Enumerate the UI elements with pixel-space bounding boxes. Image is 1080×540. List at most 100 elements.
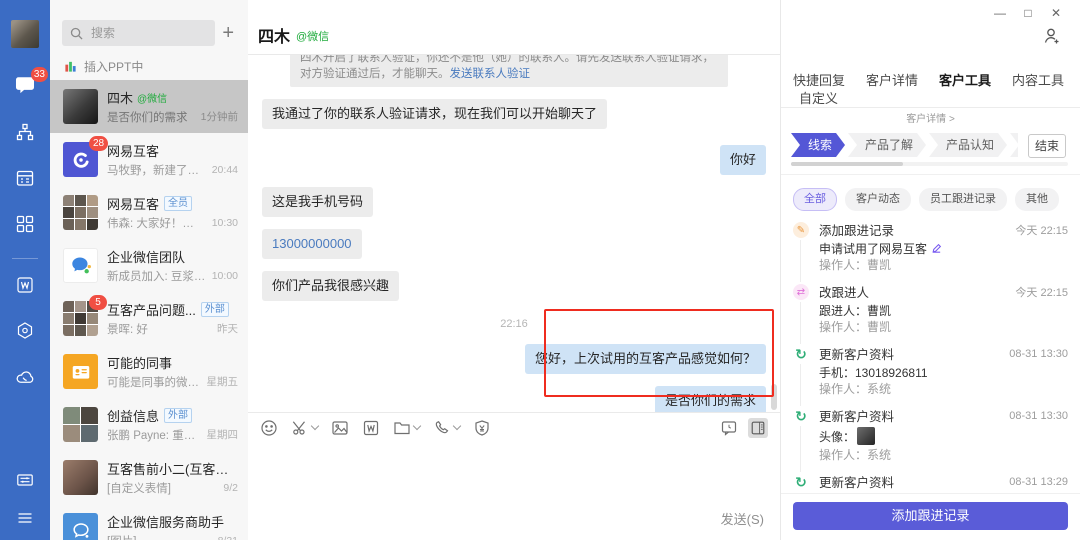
chat-name: 企业微信服务商助手 xyxy=(107,514,225,530)
list-item-simu[interactable]: 四木 @微信 是否你们的需求 1分钟前 xyxy=(50,80,248,133)
chat-scrollbar-thumb[interactable] xyxy=(771,384,777,410)
hexagon-app-icon xyxy=(17,322,33,339)
list-item-wework-team[interactable]: 企业微信团队 新成员加入: 豆浆油条 10:00 xyxy=(50,239,248,292)
external-tag: 外部 xyxy=(164,407,193,423)
avatar xyxy=(63,248,98,283)
list-item-chuangyi[interactable]: 创益信息 外部 张鹏 Payne: 重新... 星期四 xyxy=(50,398,248,451)
list-item-provider-assistant[interactable]: 企业微信服务商助手 [图片] 8/31 xyxy=(50,504,248,540)
window-controls: — □ ✕ xyxy=(986,4,1070,22)
call-icon[interactable] xyxy=(433,419,462,437)
add-chat-button[interactable]: + xyxy=(218,23,238,43)
my-avatar[interactable] xyxy=(11,20,39,48)
stage-product-intro[interactable]: 产品了解 xyxy=(848,133,926,157)
follow-up-timeline: ✎ 添加跟进记录 今天 22:15 申请试用了网易互客 操作人：曹凯 ⇄ 改跟进人… xyxy=(793,220,1068,494)
nav-workbench-button[interactable] xyxy=(15,214,35,234)
entry-operator: 操作人：系统 xyxy=(819,448,892,462)
list-item-possible-colleague[interactable]: 可能的同事 可能是同事的微信... 星期五 xyxy=(50,345,248,398)
filter-all[interactable]: 全部 xyxy=(793,188,837,211)
avatar xyxy=(63,460,98,495)
emoji-icon[interactable] xyxy=(260,419,278,437)
filter-customer-activity[interactable]: 客户动态 xyxy=(845,188,911,211)
chat-name: 网易互客 xyxy=(107,196,160,212)
send-button[interactable]: 发送(S) xyxy=(721,509,764,528)
ppt-banner-label: 插入PPT中 xyxy=(84,59,144,74)
timeline-entry: ↻ 更新客户资料 08-31 13:30 手机：13018926811 操作人：系… xyxy=(793,344,1068,406)
huke-logo-icon xyxy=(73,152,89,168)
chat-title-wechat-tag: @微信 xyxy=(296,31,330,43)
chat-time: 8/31 xyxy=(218,535,238,540)
stage-scrollbar-thumb[interactable] xyxy=(791,162,903,166)
filter-other[interactable]: 其他 xyxy=(1015,188,1059,211)
message-area: 四木开启了联系人验证，你还不是他（她）的联系人。请先发送联系人验证请求，对方验证… xyxy=(248,54,780,412)
add-follow-up-record-button[interactable]: 添加跟进记录 xyxy=(793,502,1068,530)
unread-badge: 28 xyxy=(89,136,109,151)
chat-panel: 四木 @微信 四木开启了联系人验证，你还不是他（她）的联系人。请先发送联系人验证… xyxy=(248,0,780,540)
stage-progress: 线索 产品了解 产品认知 咨询报价 xyxy=(791,133,1023,157)
message-bubble: 你们产品我很感兴趣 xyxy=(262,271,400,301)
bar-chart-icon xyxy=(65,61,76,72)
screenshot-icon[interactable] xyxy=(291,419,320,437)
calendar-icon xyxy=(16,170,34,186)
close-button[interactable]: ✕ xyxy=(1042,4,1070,22)
tab-quick-reply[interactable]: 快捷回复 xyxy=(793,70,845,89)
nav-cloud-call-button[interactable] xyxy=(15,367,36,388)
stage-product-awareness[interactable]: 产品认知 xyxy=(929,133,1007,157)
grid-icon xyxy=(16,215,34,233)
nav-toolbar-config-button[interactable] xyxy=(15,470,35,490)
phone-number-link[interactable]: 13000000000 xyxy=(262,229,362,259)
add-member-icon[interactable] xyxy=(1042,26,1062,46)
ppt-status-banner[interactable]: 插入PPT中 xyxy=(64,54,248,78)
chat-history-icon[interactable] xyxy=(720,419,738,437)
stage-lead[interactable]: 线索 xyxy=(791,133,845,157)
minimize-button[interactable]: — xyxy=(986,4,1014,22)
nav-calendar-button[interactable] xyxy=(15,168,35,188)
search-input[interactable] xyxy=(62,20,215,46)
nav-apps-button[interactable] xyxy=(15,321,35,341)
list-item-presales[interactable]: 互客售前小二(互客售... [自定义表情] 9/2 xyxy=(50,451,248,504)
doc-icon[interactable] xyxy=(362,419,380,437)
message-bubble: 这是我手机号码 xyxy=(262,187,374,217)
maximize-button[interactable]: □ xyxy=(1014,4,1042,22)
list-item-huke[interactable]: 28 网易互客 马牧野，新建了1个... 20:44 xyxy=(50,133,248,186)
external-tag: 外部 xyxy=(200,301,229,317)
search-icon xyxy=(70,27,83,40)
group-avatar xyxy=(63,195,98,230)
chat-preview: 伟森: 大家好！我是... xyxy=(107,217,202,230)
timeline-entry: ↻ 更新客户资料 08-31 13:30 头像： 操作人：系统 xyxy=(793,406,1068,472)
nav-menu-button[interactable] xyxy=(15,508,35,528)
refresh-icon: ↻ xyxy=(795,345,807,362)
chat-name: 互客售前小二(互客售... xyxy=(107,461,237,477)
chat-name: 创益信息 xyxy=(107,408,160,424)
tab-content-tools[interactable]: 内容工具 xyxy=(1012,70,1064,89)
image-icon[interactable] xyxy=(331,419,349,437)
end-stage-button[interactable]: 结束 xyxy=(1028,134,1066,158)
edit-icon[interactable] xyxy=(931,243,942,254)
message-bubble: 您好，上次试用的互客产品感觉如何？ xyxy=(524,344,766,374)
refresh-icon: ↻ xyxy=(795,473,807,490)
tab-customer-detail[interactable]: 客户详情 xyxy=(866,70,918,89)
folder-icon[interactable] xyxy=(393,419,422,437)
customer-detail-link[interactable]: 客户详情 > xyxy=(781,110,1080,125)
search-field[interactable] xyxy=(89,25,203,41)
chat-preview: 张鹏 Payne: 重新... xyxy=(107,429,202,442)
list-item-huke-group[interactable]: 网易互客全员 伟森: 大家好！我是... 10:30 xyxy=(50,186,248,239)
message-bubble: 你好 xyxy=(719,145,766,175)
entry-detail: 跟进人：曹凯 xyxy=(819,303,892,318)
all-staff-tag: 全员 xyxy=(164,195,193,211)
entry-operator: 操作人：系统 xyxy=(819,382,892,396)
entry-time: 今天 22:15 xyxy=(1015,224,1068,237)
list-item-huke-issues[interactable]: 5 互客产品问题... 外部 景晖: 好 昨天 xyxy=(50,292,248,345)
org-chart-icon xyxy=(16,123,34,141)
nav-docs-button[interactable] xyxy=(15,275,35,295)
red-packet-icon[interactable] xyxy=(473,419,491,437)
filter-follow-up-records[interactable]: 员工跟进记录 xyxy=(919,188,1007,211)
conversation-list-panel: + 插入PPT中 四木@微信 是否你们的需求 1分钟前 28 网易互客 xyxy=(50,0,249,540)
nav-chats-button[interactable]: 33 xyxy=(14,67,48,96)
send-verification-link[interactable]: 发送联系人验证 xyxy=(450,68,531,80)
nav-contacts-button[interactable] xyxy=(15,122,35,142)
message-input-area[interactable]: 发送(S) xyxy=(248,442,780,540)
provider-bubble-icon xyxy=(72,522,89,538)
tab-custom[interactable]: 自定义 xyxy=(799,88,838,107)
side-panel-toggle-icon[interactable] xyxy=(748,417,768,438)
tab-customer-tools[interactable]: 客户工具 xyxy=(939,70,991,89)
